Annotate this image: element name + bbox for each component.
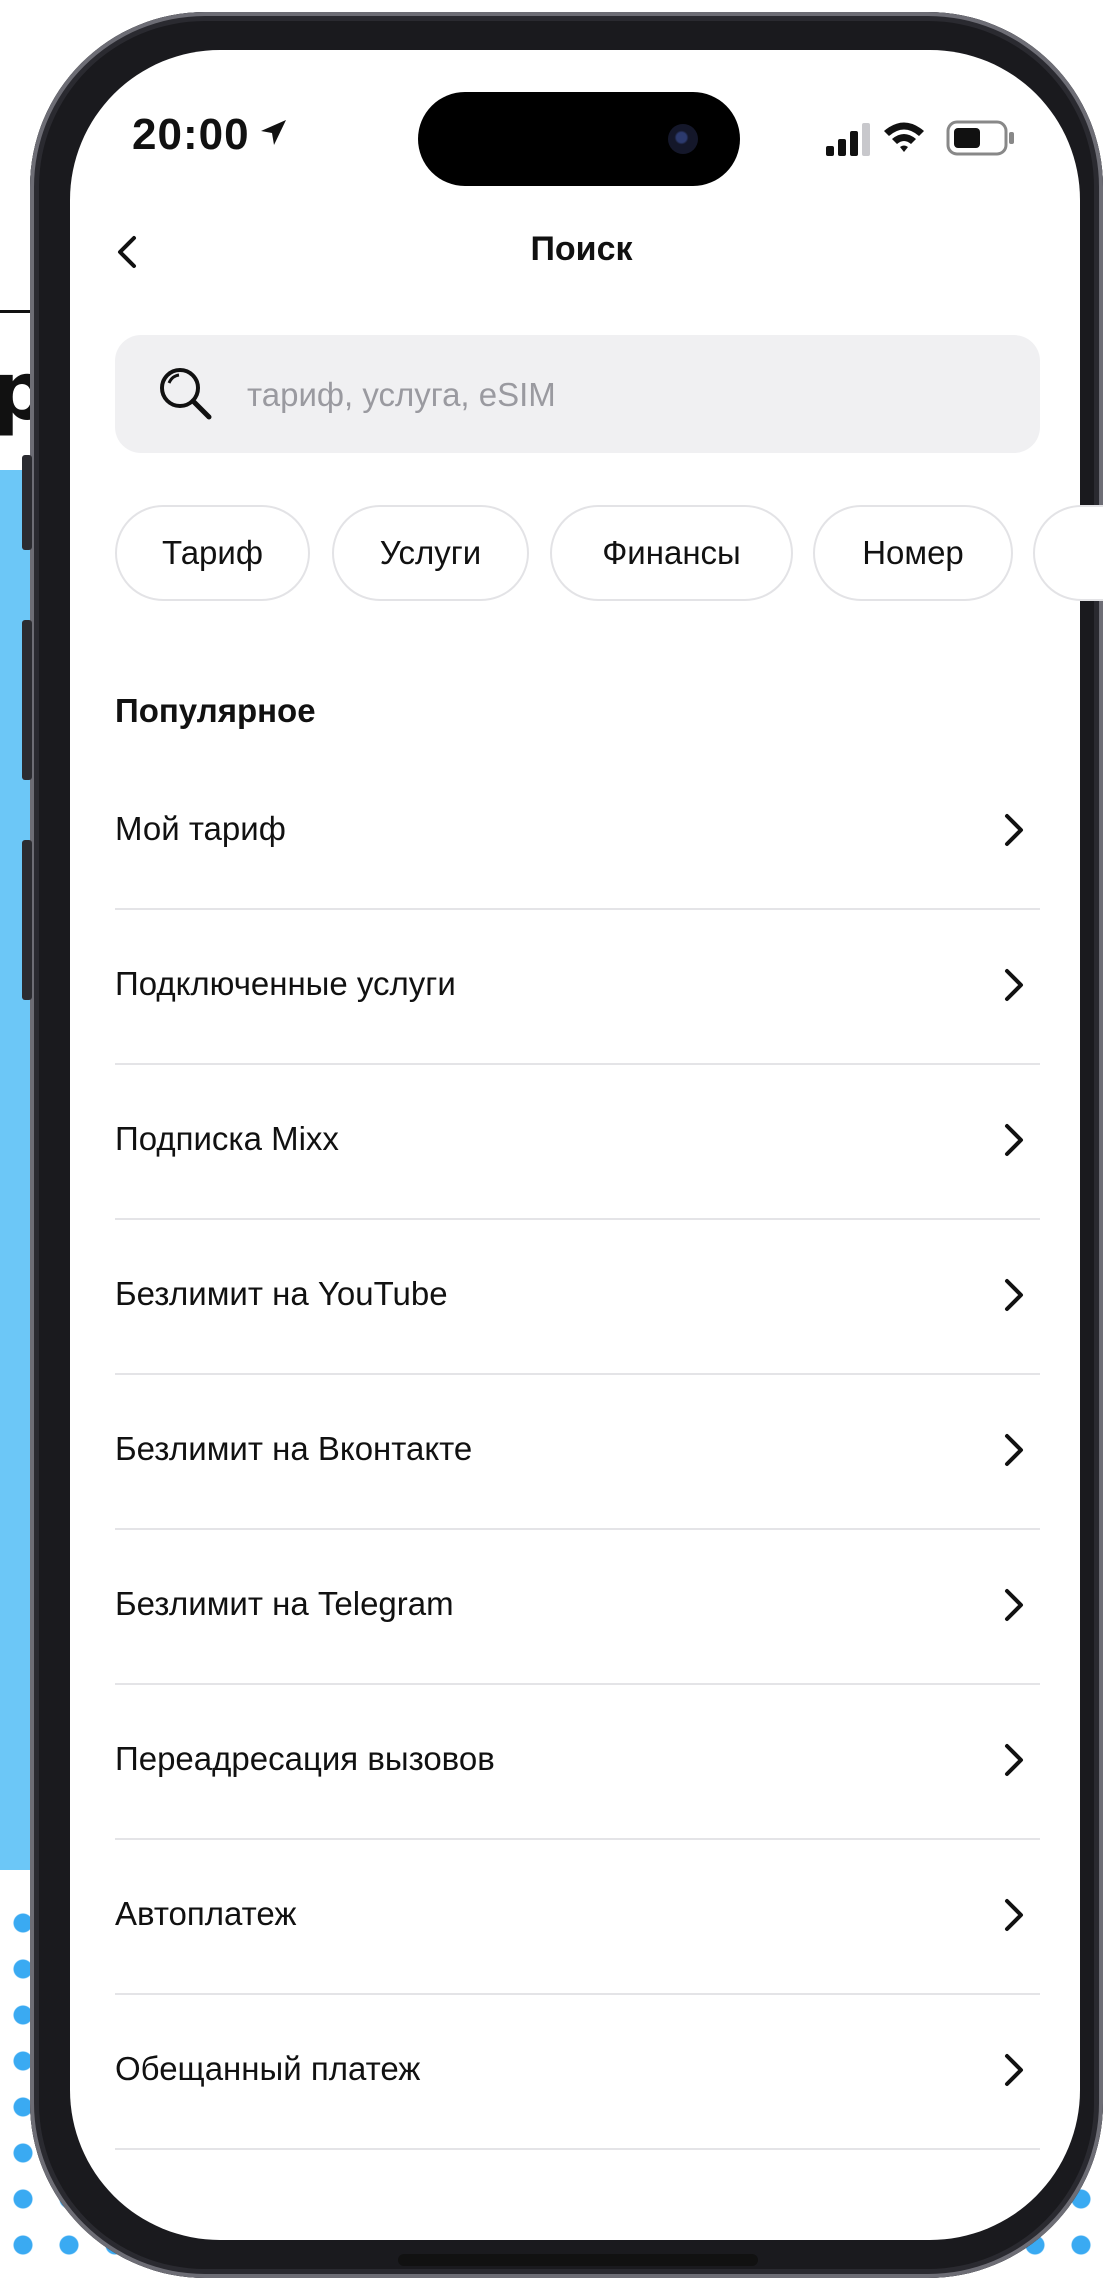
chip-number[interactable]: Номер	[813, 505, 1013, 601]
list-item[interactable]: Обещанный платеж	[115, 1995, 1040, 2150]
list-item-label: Автоплатеж	[115, 1895, 297, 1932]
list-item-label: Безлимит на YouTube	[115, 1275, 448, 1312]
battery-icon	[946, 120, 1014, 156]
popular-list: Мой тариф Подключенные услуги Подписка M…	[115, 755, 1040, 2150]
list-item[interactable]: Подписка Mixx	[115, 1065, 1040, 1220]
chevron-right-icon	[1005, 1434, 1023, 1466]
status-time: 20:00	[132, 110, 250, 159]
list-item[interactable]: Переадресация вызовов	[115, 1685, 1040, 1840]
list-item-label: Безлимит на Вконтакте	[115, 1430, 473, 1467]
cellular-signal-icon	[826, 123, 870, 156]
phone-volume-down-button	[22, 840, 32, 1000]
search-input[interactable]	[245, 335, 1009, 455]
chip-tariff[interactable]: Тариф	[115, 505, 310, 601]
search-icon	[160, 368, 212, 420]
chevron-right-icon	[1005, 1899, 1023, 1931]
chip-services[interactable]: Услуги	[332, 505, 529, 601]
chip-finances[interactable]: Финансы	[550, 505, 793, 601]
chevron-right-icon	[1005, 814, 1023, 846]
list-item-label: Мой тариф	[115, 810, 286, 847]
list-item-label: Подписка Mixx	[115, 1120, 339, 1157]
front-camera	[668, 124, 698, 154]
home-indicator[interactable]	[398, 2254, 758, 2266]
filter-chips: Тариф Услуги Финансы Номер	[115, 505, 1103, 603]
list-item-label: Безлимит на Telegram	[115, 1585, 454, 1622]
list-item[interactable]: Безлимит на Telegram	[115, 1530, 1040, 1685]
phone-side-button	[22, 455, 32, 550]
search-field[interactable]	[115, 335, 1040, 455]
wifi-icon	[884, 122, 924, 152]
list-item-label: Обещанный платеж	[115, 2050, 421, 2087]
chevron-right-icon	[1005, 1124, 1023, 1156]
chip-more[interactable]	[1033, 505, 1103, 601]
page-title: Поиск	[530, 230, 633, 268]
list-item[interactable]: Безлимит на Вконтакте	[115, 1375, 1040, 1530]
phone-volume-up-button	[22, 620, 32, 780]
chevron-right-icon	[1005, 1744, 1023, 1776]
list-item-label: Подключенные услуги	[115, 965, 456, 1002]
chevron-right-icon	[1005, 969, 1023, 1001]
list-item[interactable]: Автоплатеж	[115, 1840, 1040, 1995]
list-item-label: Переадресация вызовов	[115, 1740, 495, 1777]
list-item[interactable]: Мой тариф	[115, 755, 1040, 910]
chevron-right-icon	[1005, 2054, 1023, 2086]
chevron-right-icon	[1005, 1279, 1023, 1311]
location-arrow-icon	[261, 120, 286, 145]
section-title-popular: Популярное	[115, 692, 316, 729]
list-item[interactable]: Безлимит на YouTube	[115, 1220, 1040, 1375]
list-item[interactable]: Подключенные услуги	[115, 910, 1040, 1065]
chevron-right-icon	[1005, 1589, 1023, 1621]
